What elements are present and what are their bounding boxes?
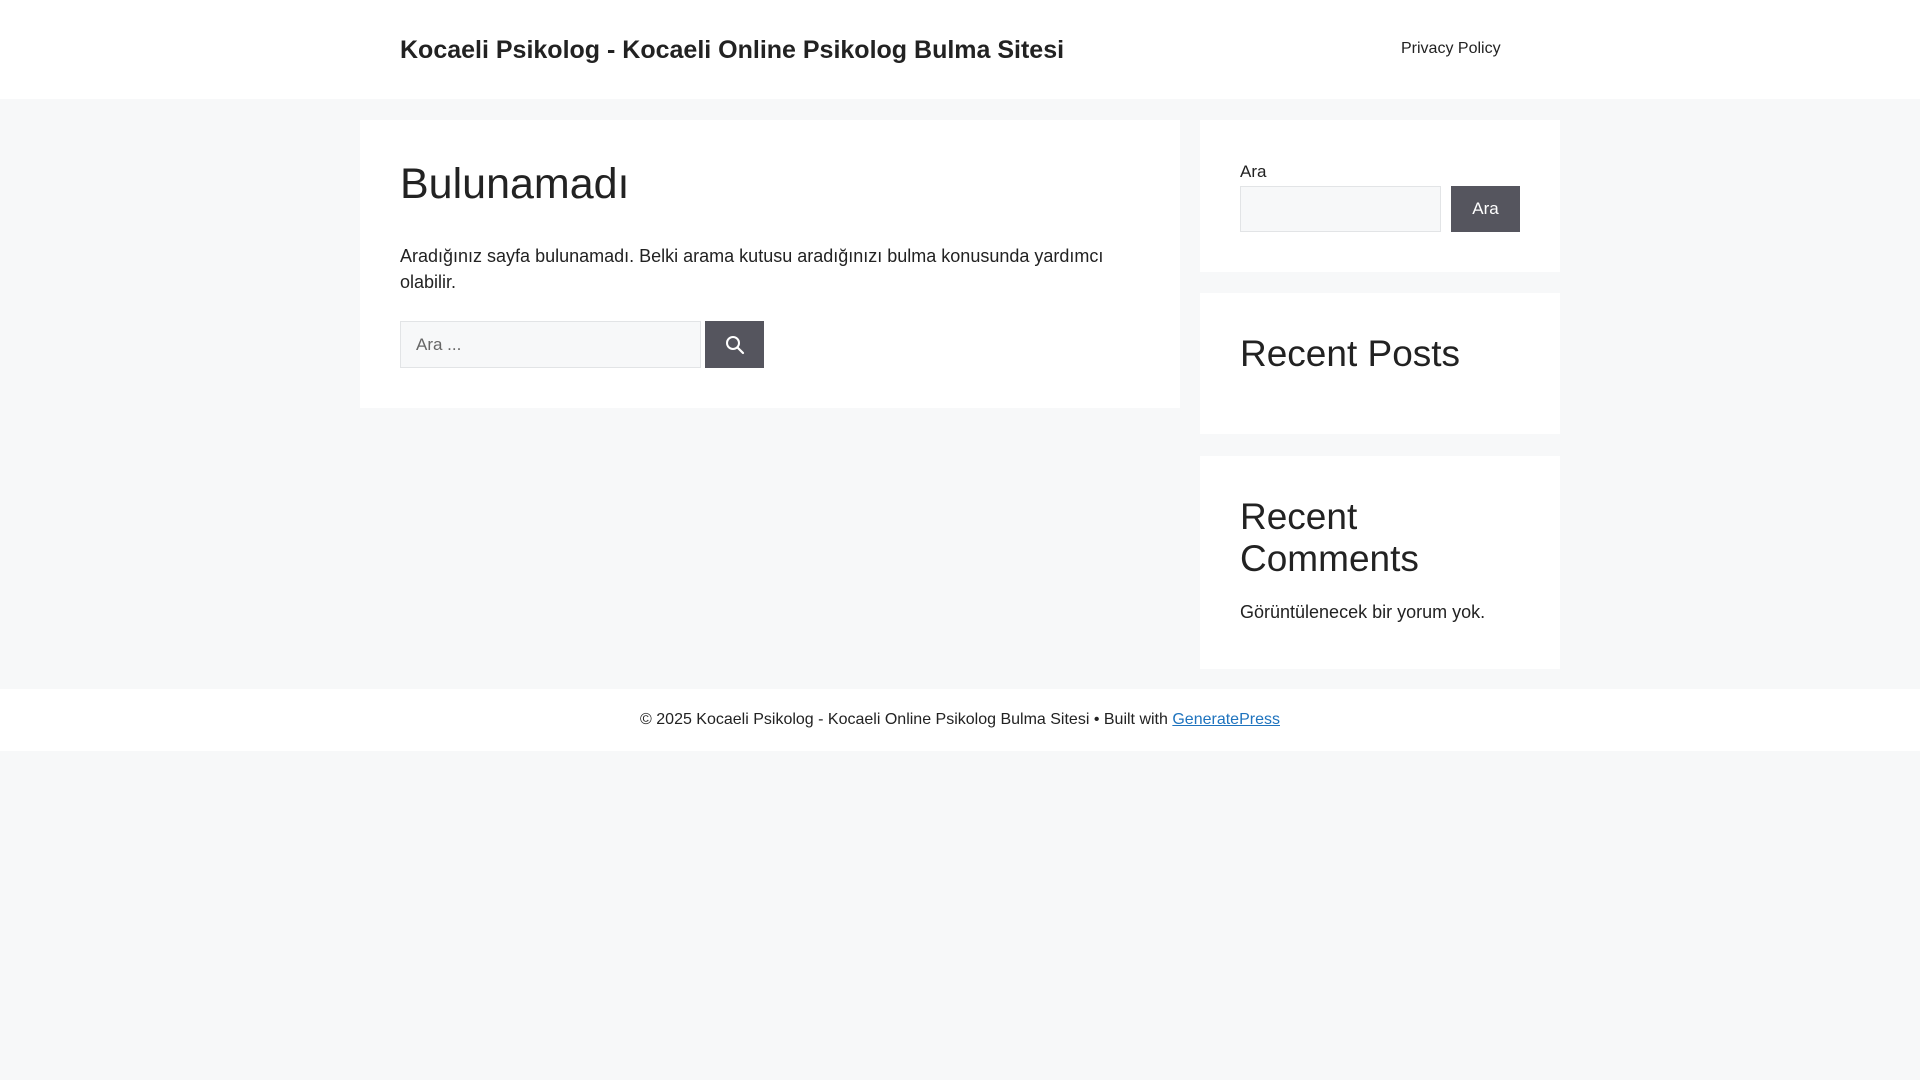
site-title[interactable]: Kocaeli Psikolog - Kocaeli Online Psikol… [400,36,1064,65]
recent-comments-title: Recent Comments [1240,496,1419,579]
search-input[interactable] [400,321,701,368]
sidebar-search-button[interactable]: Ara [1451,186,1520,232]
nav-link-privacy-policy[interactable]: Privacy Policy [1401,40,1501,58]
recent-comments-widget: Recent Comments Görüntülenecek bir yorum… [1200,456,1560,669]
recent-posts-widget: Recent Posts [1200,293,1560,434]
search-icon [725,335,744,354]
sidebar-search-label: Ara [1240,162,1267,181]
main-content: Bulunamadı Aradığınız sayfa bulunamadı. … [360,120,1180,408]
site-footer: © 2025 Kocaeli Psikolog - Kocaeli Online… [0,689,1920,751]
recent-posts-title: Recent Posts [1240,333,1461,374]
footer-generatepress-link[interactable]: GeneratePress [1172,711,1280,729]
sidebar-search-widget: Ara Ara [1200,120,1560,272]
footer-copyright: © 2025 Kocaeli Psikolog - Kocaeli Online… [640,711,1168,728]
search-submit-button[interactable] [705,321,764,368]
not-found-message: Aradığınız sayfa bulunamadı. Belki arama… [400,246,1104,292]
site-header: Kocaeli Psikolog - Kocaeli Online Psikol… [0,0,1920,99]
page-title: Bulunamadı [400,160,630,208]
sidebar-search-input[interactable] [1240,186,1441,232]
no-comments-text: Görüntülenecek bir yorum yok. [1240,602,1486,622]
